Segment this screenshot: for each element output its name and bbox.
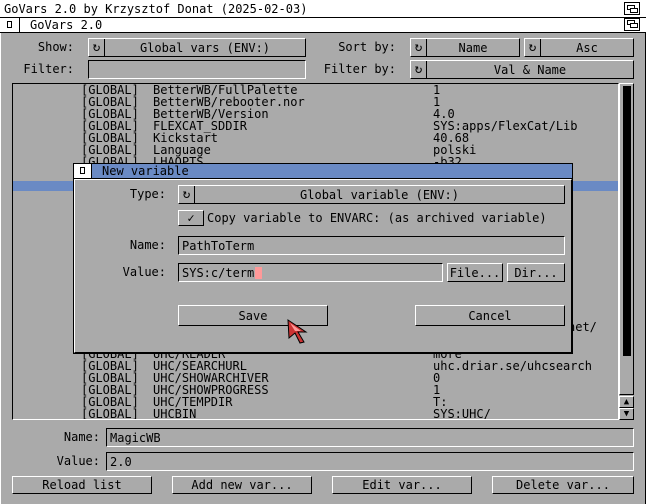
table-row[interactable]: [GLOBAL] UHCBIN SYS:UHC/ (13, 408, 613, 419)
sort-order-cycle-button[interactable]: ↻ Asc (524, 38, 634, 57)
edit-var-button[interactable]: Edit var... (332, 476, 472, 494)
detail-value-label: Value: (56, 454, 100, 468)
copy-envarc-checkbox[interactable]: ✓ (178, 210, 204, 226)
show-cycle-button[interactable]: ↻ Global vars (ENV:) (88, 38, 306, 57)
dir-requester-button[interactable]: Dir... (507, 263, 565, 282)
add-var-button[interactable]: Add new var... (172, 476, 312, 494)
cancel-button[interactable]: Cancel (415, 305, 565, 326)
new-variable-dialog[interactable]: New variable Type: ↻ Global variable (EN… (73, 163, 573, 354)
dialog-value-input[interactable]: SYS:c/term (178, 263, 443, 282)
filter-by-cycle-button[interactable]: ↻ Val & Name (410, 60, 634, 79)
dialog-type-cycle-button[interactable]: ↻ Global variable (ENV:) (178, 185, 565, 204)
detail-value-field[interactable]: 2.0 (106, 452, 634, 471)
arrow-up-icon: ▲ (623, 397, 630, 407)
cycle-icon: ↻ (411, 39, 427, 56)
cycle-icon: ↻ (179, 186, 195, 203)
delete-var-button[interactable]: Delete var... (492, 476, 634, 494)
dialog-type-label: Type: (129, 187, 166, 201)
detail-name-label: Name: (63, 430, 100, 444)
dialog-title-bar[interactable]: New variable (74, 164, 572, 179)
screen-depth-gadget[interactable] (624, 2, 640, 15)
dialog-title: New variable (102, 164, 189, 178)
screen-title-bar[interactable]: GoVars 2.0 by Krzysztof Donat (2025-02-0… (0, 0, 646, 18)
list-scrollbar[interactable] (619, 83, 634, 395)
scroll-up-button[interactable]: ▲ (619, 396, 634, 408)
window-depth-gadget[interactable] (624, 18, 640, 31)
scroll-down-button[interactable]: ▼ (619, 408, 634, 420)
window-title-bar[interactable]: GoVars 2.0 (0, 18, 646, 33)
text-cursor (255, 266, 263, 279)
cycle-icon: ↻ (411, 61, 427, 78)
arrow-down-icon: ▼ (623, 409, 630, 419)
detail-name-field[interactable]: MagicWB (106, 428, 634, 447)
close-gadget[interactable] (0, 18, 20, 32)
filter-input[interactable] (88, 60, 306, 79)
dialog-value-label: Value: (122, 265, 166, 279)
filter-label: Filter: (23, 62, 74, 76)
sort-label: Sort by: (338, 40, 396, 54)
checkmark-icon: ✓ (187, 211, 195, 225)
cycle-icon: ↻ (89, 39, 105, 56)
dialog-name-input[interactable]: PathToTerm (178, 236, 565, 255)
sort-field-cycle-button[interactable]: ↻ Name (410, 38, 520, 57)
filter-by-label: Filter by: (323, 62, 396, 76)
window-title: GoVars 2.0 (30, 18, 103, 32)
dialog-close-gadget[interactable] (74, 164, 92, 178)
copy-envarc-label: Copy variable to ENVARC: (as archived va… (207, 211, 547, 225)
screen-title: GoVars 2.0 by Krzysztof Donat (2025-02-0… (4, 1, 308, 16)
file-requester-button[interactable]: File... (447, 263, 503, 282)
scrollbar-knob[interactable] (623, 86, 631, 356)
reload-list-button[interactable]: Reload list (12, 476, 152, 494)
show-label: Show: (37, 40, 74, 54)
cycle-icon: ↻ (525, 39, 541, 56)
mouse-pointer-icon (287, 319, 308, 344)
dialog-name-label: Name: (129, 238, 166, 252)
